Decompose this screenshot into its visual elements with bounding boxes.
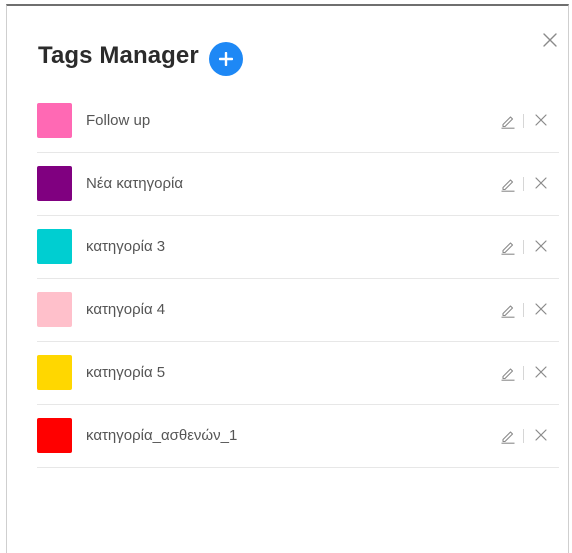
tag-row: κατηγορία 5 <box>37 342 559 405</box>
tag-row: Follow up <box>37 90 559 153</box>
tag-row: Νέα κατηγορία <box>37 153 559 216</box>
tag-color-swatch <box>37 166 72 201</box>
dialog-header: Tags Manager <box>38 36 243 76</box>
tag-color-swatch <box>37 292 72 327</box>
delete-tag-icon[interactable] <box>535 114 547 126</box>
delete-tag-icon[interactable] <box>535 303 547 315</box>
tag-list: Follow up Νέα κατηγορία κατηγορία 3 κατηγορ… <box>37 90 559 468</box>
pencil-icon[interactable] <box>500 428 516 444</box>
pencil-icon[interactable] <box>500 239 516 255</box>
tag-row: κατηγορία 4 <box>37 279 559 342</box>
dialog-title: Tags Manager <box>38 42 199 69</box>
tag-row: κατηγορία_ασθενών_1 <box>37 405 559 468</box>
pencil-icon[interactable] <box>500 113 516 129</box>
pencil-icon[interactable] <box>500 365 516 381</box>
delete-tag-icon[interactable] <box>535 366 547 378</box>
delete-tag-icon[interactable] <box>535 177 547 189</box>
tag-name: κατηγορία_ασθενών_1 <box>86 427 238 444</box>
action-divider <box>523 429 524 443</box>
pencil-icon[interactable] <box>500 176 516 192</box>
action-divider <box>523 177 524 191</box>
tag-color-swatch <box>37 355 72 390</box>
close-icon <box>543 33 557 47</box>
plus-icon <box>218 52 233 66</box>
action-divider <box>523 366 524 380</box>
add-tag-button[interactable] <box>208 42 243 76</box>
tag-name: κατηγορία 3 <box>86 238 166 255</box>
tag-name: κατηγορία 5 <box>86 364 166 381</box>
delete-tag-icon[interactable] <box>535 240 547 252</box>
tag-name: Follow up <box>86 112 151 129</box>
tag-name: Νέα κατηγορία <box>86 175 183 192</box>
tag-name: κατηγορία 4 <box>86 301 166 318</box>
action-divider <box>523 114 524 128</box>
action-divider <box>523 303 524 317</box>
tags-manager-dialog: Tags Manager Follow up Νέα κατηγορία κατηγ… <box>6 4 569 553</box>
close-dialog-button[interactable] <box>542 32 558 48</box>
tag-color-swatch <box>37 229 72 264</box>
action-divider <box>523 240 524 254</box>
delete-tag-icon[interactable] <box>535 429 547 441</box>
tag-color-swatch <box>37 103 72 138</box>
tag-row: κατηγορία 3 <box>37 216 559 279</box>
tag-color-swatch <box>37 418 72 453</box>
pencil-icon[interactable] <box>500 302 516 318</box>
